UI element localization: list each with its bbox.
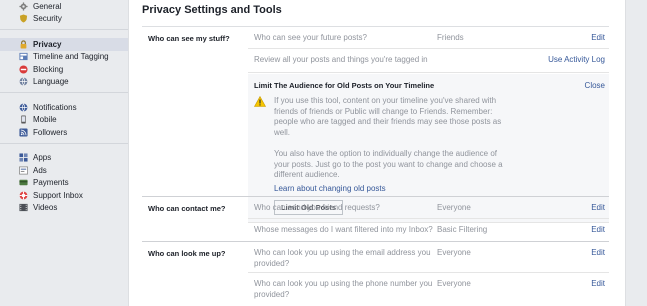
sidebar-item-label: Blocking bbox=[33, 64, 64, 74]
sidebar-group-notifications: Notifications Mobile Followers bbox=[0, 93, 128, 144]
sidebar-item-label: Support Inbox bbox=[33, 190, 83, 200]
timeline-icon bbox=[19, 52, 28, 61]
sidebar-item-label: Videos bbox=[33, 203, 58, 213]
setting-row-email-lookup[interactable]: Who can look you up using the email addr… bbox=[248, 242, 609, 273]
info-text: You also have the option to individually… bbox=[274, 149, 503, 179]
sidebar-item-label: Timeline and Tagging bbox=[33, 52, 109, 62]
setting-description: Whose messages do I want filtered into m… bbox=[254, 225, 433, 234]
section-see-my-stuff: Who can see my stuff? Who can see your f… bbox=[142, 27, 609, 223]
sidebar-item-security[interactable]: Security bbox=[0, 13, 128, 26]
setting-row-message-filtering[interactable]: Whose messages do I want filtered into m… bbox=[248, 219, 609, 241]
lock-icon bbox=[19, 40, 28, 49]
learn-more-link[interactable]: Learn about changing old posts bbox=[274, 184, 386, 193]
setting-row-review-posts[interactable]: Review all your posts and things you're … bbox=[248, 49, 609, 73]
sidebar-item-blocking[interactable]: Blocking bbox=[0, 63, 128, 76]
sidebar-item-label: Apps bbox=[33, 153, 52, 163]
setting-row-friend-requests[interactable]: Who can send you friend requests? Everyo… bbox=[248, 197, 609, 219]
shield-icon bbox=[19, 14, 28, 23]
sidebar-item-notifications[interactable]: Notifications bbox=[0, 101, 128, 114]
sidebar-item-label: Ads bbox=[33, 165, 47, 175]
use-activity-log-link[interactable]: Use Activity Log bbox=[548, 55, 605, 64]
sidebar-item-privacy[interactable]: Privacy bbox=[0, 38, 128, 51]
panel-title: Limit The Audience for Old Posts on Your… bbox=[254, 81, 435, 90]
close-link[interactable]: Close bbox=[585, 81, 605, 90]
edit-link[interactable]: Edit bbox=[591, 203, 605, 212]
warning-icon bbox=[254, 96, 266, 107]
sidebar-item-timeline-and-tagging[interactable]: Timeline and Tagging bbox=[0, 51, 128, 64]
page-title: Privacy Settings and Tools bbox=[142, 4, 282, 16]
section-look-me-up: Who can look me up? Who can look you up … bbox=[142, 242, 609, 306]
sidebar-item-label: Followers bbox=[33, 127, 68, 137]
videos-icon bbox=[19, 203, 28, 212]
apps-icon bbox=[19, 153, 28, 162]
edit-link[interactable]: Edit bbox=[591, 225, 605, 234]
section-contact-me: Who can contact me? Who can send you fri… bbox=[142, 197, 609, 241]
setting-value: Everyone bbox=[437, 248, 471, 257]
section-label: Who can look me up? bbox=[148, 249, 226, 258]
sidebar-item-label: Notifications bbox=[33, 102, 77, 112]
warning-text: If you use this tool, content on your ti… bbox=[274, 96, 502, 137]
notification-globe-icon bbox=[19, 103, 28, 112]
sidebar-item-label: Language bbox=[33, 77, 69, 87]
sidebar-item-followers[interactable]: Followers bbox=[0, 126, 128, 139]
rss-icon bbox=[19, 128, 28, 137]
sidebar-item-label: Privacy bbox=[33, 39, 62, 49]
sidebar-item-label: Mobile bbox=[33, 115, 57, 125]
edit-link[interactable]: Edit bbox=[591, 279, 605, 288]
section-label: Who can see my stuff? bbox=[148, 34, 230, 43]
setting-value: Basic Filtering bbox=[437, 225, 488, 234]
payments-icon bbox=[19, 178, 28, 187]
block-icon bbox=[19, 65, 28, 74]
edit-link[interactable]: Edit bbox=[591, 248, 605, 257]
setting-value: Everyone bbox=[437, 279, 471, 288]
setting-description: Review all your posts and things you're … bbox=[254, 55, 428, 64]
sidebar-item-ads[interactable]: Ads bbox=[0, 164, 128, 177]
support-icon bbox=[19, 191, 28, 200]
section-label: Who can contact me? bbox=[148, 204, 226, 213]
setting-description: Who can see your future posts? bbox=[254, 33, 367, 42]
sidebar-item-general[interactable]: General bbox=[0, 0, 128, 13]
sidebar-item-mobile[interactable]: Mobile bbox=[0, 114, 128, 127]
sidebar-item-payments[interactable]: Payments bbox=[0, 177, 128, 190]
sidebar-item-label: Payments bbox=[33, 178, 69, 188]
privacy-settings-panel: Privacy Settings and Tools Who can see m… bbox=[128, 0, 626, 306]
edit-link[interactable]: Edit bbox=[591, 33, 605, 42]
sidebar-group-apps: Apps Ads Payments Support Inbox Videos bbox=[0, 144, 128, 219]
globe-icon bbox=[19, 77, 28, 86]
sidebar-item-label: General bbox=[33, 1, 62, 11]
sidebar-item-support-inbox[interactable]: Support Inbox bbox=[0, 189, 128, 202]
setting-description: Who can look you up using the email addr… bbox=[254, 248, 431, 268]
sidebar-group-account: General Security bbox=[0, 0, 128, 30]
settings-sidebar: General Security Privacy Timeline and Ta… bbox=[0, 0, 128, 306]
sidebar-item-videos[interactable]: Videos bbox=[0, 202, 128, 215]
mobile-icon bbox=[19, 115, 28, 124]
gear-icon bbox=[19, 2, 28, 11]
setting-description: Who can send you friend requests? bbox=[254, 203, 380, 212]
sidebar-group-privacy: Privacy Timeline and Tagging Blocking La… bbox=[0, 30, 128, 93]
sidebar-item-label: Security bbox=[33, 14, 62, 24]
setting-row-phone-lookup[interactable]: Who can look you up using the phone numb… bbox=[248, 273, 609, 306]
sidebar-item-language[interactable]: Language bbox=[0, 76, 128, 89]
setting-row-future-posts[interactable]: Who can see your future posts? Friends E… bbox=[248, 27, 609, 49]
setting-value: Friends bbox=[437, 33, 464, 42]
setting-description: Who can look you up using the phone numb… bbox=[254, 279, 433, 299]
setting-value: Everyone bbox=[437, 203, 471, 212]
ads-icon bbox=[19, 166, 28, 175]
sidebar-item-apps[interactable]: Apps bbox=[0, 152, 128, 165]
